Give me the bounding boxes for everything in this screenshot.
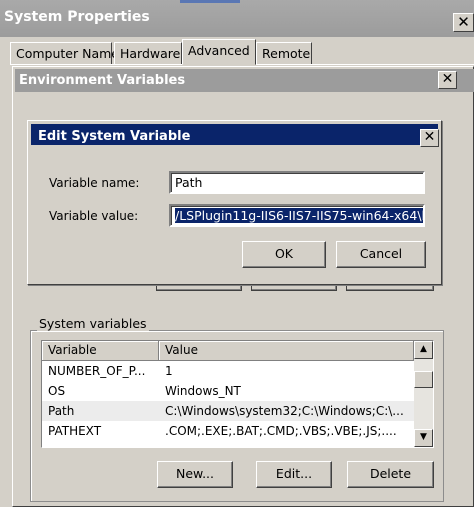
variable-name-cell: NUMBER_OF_P... [48,364,146,378]
system-variables-label: System variables [37,316,149,331]
variable-value-cell: C:\Windows\system32;C:\Windows;C:\... [165,404,404,418]
edit-dialog-titlebar: Edit System Variable ✕ [31,124,439,147]
tab-hardware[interactable]: Hardware [114,42,182,65]
scroll-up-icon: ▲ [420,344,427,354]
system-properties-close-button[interactable]: ✕ [453,13,474,32]
variable-value-cell: .COM;.EXE;.BAT;.CMD;.VBS;.VBE;.JS;.... [165,424,397,438]
column-label: Variable [48,343,97,357]
variable-value-text: /LSPlugin11g-IIS6-IIS7-IIS75-win64-x64\l… [175,208,423,223]
environment-variables-close-button[interactable]: ✕ [438,71,457,89]
table-row-selected[interactable]: Path C:\Windows\system32;C:\Windows;C:\.… [42,401,414,421]
column-header-value[interactable]: Value [159,341,414,360]
scroll-up-button[interactable]: ▲ [414,341,433,359]
variable-name-label: Variable name: [49,176,140,190]
scroll-down-button[interactable]: ▼ [414,429,433,447]
tab-computer-name[interactable]: Computer Name [10,42,119,65]
variable-value-cell: 1 [165,364,173,378]
edit-dialog-title: Edit System Variable [38,129,191,144]
close-icon: ✕ [423,129,436,145]
table-row[interactable]: PATHEXT .COM;.EXE;.BAT;.CMD;.VBS;.VBE;.J… [42,421,414,441]
edit-dialog-close-button[interactable]: ✕ [420,129,439,147]
environment-variables-title: Environment Variables [19,73,186,88]
tab-label: Advanced [188,43,250,58]
close-icon: ✕ [441,71,454,87]
column-header-variable[interactable]: Variable [42,341,159,360]
taskbar-highlight [180,0,240,3]
variable-value-input[interactable]: /LSPlugin11g-IIS6-IIS7-IIS75-win64-x64\l… [169,204,425,227]
close-icon: ✕ [457,13,470,31]
system-edit-button[interactable]: Edit... [256,461,332,488]
variable-value-label: Variable value: [49,209,139,223]
cancel-button[interactable]: Cancel [336,241,426,268]
variable-value-cell: Windows_NT [165,384,241,398]
tab-label: Computer Name [16,46,119,61]
tab-advanced[interactable]: Advanced [182,39,256,65]
variable-name-cell: Path [48,404,75,418]
variable-name-input[interactable]: Path [169,171,425,194]
edit-system-variable-dialog: Edit System Variable ✕ Variable name: Pa… [27,120,442,285]
table-row[interactable]: NUMBER_OF_P... 1 [42,361,414,381]
list-vertical-scrollbar[interactable]: ▲ ▼ [414,341,433,447]
variable-name-cell: PATHEXT [48,424,102,438]
tab-label: Remote [262,46,311,61]
system-properties-title: System Properties [4,9,150,25]
table-row[interactable]: OS Windows_NT [42,381,414,401]
scroll-thumb[interactable] [414,371,433,388]
column-label: Value [165,343,198,357]
scroll-down-icon: ▼ [420,432,427,442]
variable-name-cell: OS [48,384,66,398]
list-header: Variable Value [42,341,414,361]
system-delete-button[interactable]: Delete [347,461,434,488]
variable-name-text: Path [175,175,203,190]
tab-label: Hardware [120,46,181,61]
system-new-button[interactable]: New... [157,461,233,488]
ok-button[interactable]: OK [242,241,326,268]
tab-remote[interactable]: Remote [256,42,312,65]
